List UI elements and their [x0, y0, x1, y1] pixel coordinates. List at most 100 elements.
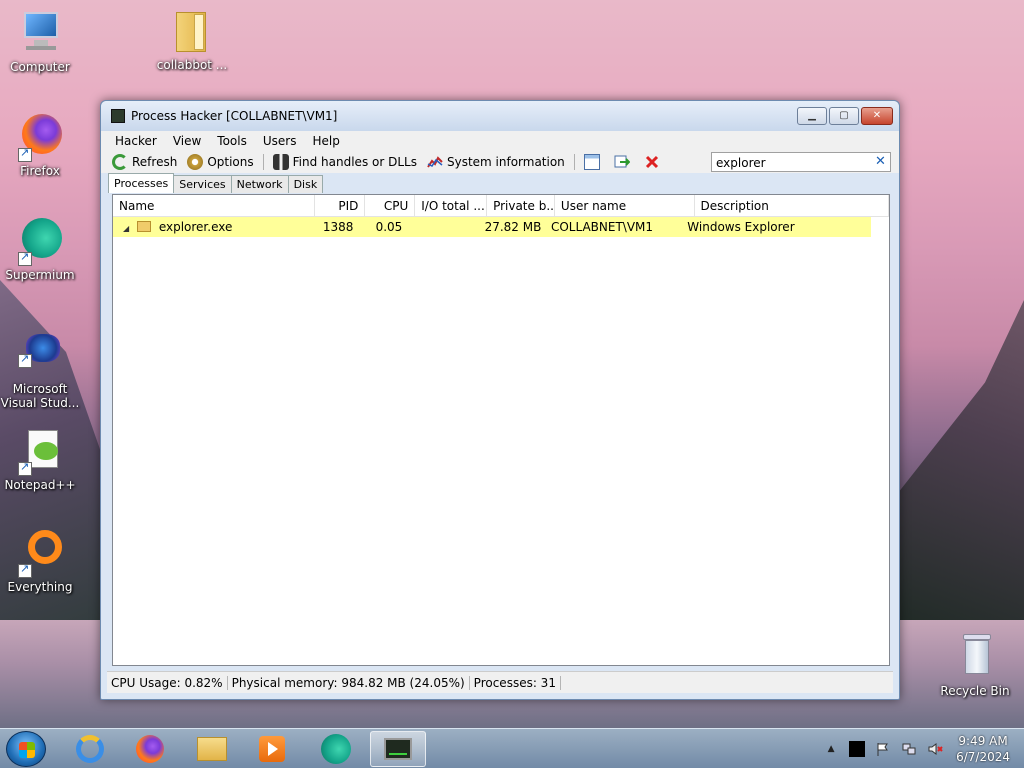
taskbar-supermium[interactable]	[308, 731, 364, 767]
table-row[interactable]: ◢ explorer.exe 1388 0.05 27.82 MB COLLAB…	[113, 217, 871, 237]
menu-tools[interactable]: Tools	[209, 134, 255, 148]
process-hacker-icon	[384, 738, 412, 760]
desktop-icon-recycle-bin[interactable]: Recycle Bin	[935, 632, 1015, 698]
supermium-icon	[16, 216, 64, 266]
taskbar-file-explorer[interactable]	[184, 731, 240, 767]
desktop-icon-label: collabbot ...	[156, 58, 228, 72]
volume-muted-icon[interactable]	[927, 741, 943, 757]
options-button[interactable]: Options	[182, 154, 258, 170]
go-to-button[interactable]	[609, 154, 639, 170]
terminate-button[interactable]	[639, 154, 669, 170]
physical-memory-status: Physical memory: 984.82 MB (24.05%)	[228, 675, 470, 690]
menu-help[interactable]: Help	[304, 134, 347, 148]
gear-icon	[187, 154, 204, 170]
internet-explorer-icon	[76, 735, 104, 763]
clock-date: 6/7/2024	[956, 750, 1010, 764]
desktop-icon-label: Recycle Bin	[940, 684, 1010, 698]
find-handles-button[interactable]: Find handles or DLLs	[268, 154, 422, 170]
refresh-button[interactable]: Refresh	[107, 154, 182, 170]
clock-time: 9:49 AM	[958, 734, 1008, 748]
folder-icon	[197, 737, 227, 761]
desktop-icon-everything[interactable]: Everything	[0, 528, 80, 594]
tab-network[interactable]: Network	[230, 175, 289, 193]
window-view-button[interactable]	[579, 154, 609, 170]
search-input[interactable]	[711, 152, 891, 172]
toolbar-separator	[573, 154, 575, 170]
tab-strip: Processes Services Network Disk	[108, 173, 324, 193]
column-name[interactable]: Name	[113, 195, 316, 216]
desktop-icon-label: Notepad++	[4, 478, 76, 492]
window-title: Process Hacker [COLLABNET\VM1]	[131, 109, 338, 123]
firefox-icon	[16, 112, 64, 162]
everything-icon	[16, 528, 64, 578]
black-square-icon[interactable]	[849, 741, 866, 757]
clear-search-icon[interactable]: ✕	[875, 154, 886, 169]
cpu-usage-status: CPU Usage: 0.82%	[107, 675, 228, 690]
desktop-icon-computer[interactable]: Computer	[0, 8, 80, 74]
tab-disk[interactable]: Disk	[287, 175, 324, 193]
column-pid[interactable]: PID	[315, 195, 366, 216]
folder-icon	[168, 6, 216, 54]
table-header: Name PID CPU I/O total ... Private b... …	[113, 195, 889, 217]
network-icon[interactable]	[901, 741, 917, 757]
column-io-total[interactable]: I/O total ...	[415, 195, 488, 216]
firefox-icon	[136, 735, 164, 763]
tree-expander-icon[interactable]: ◢	[123, 224, 129, 233]
column-description[interactable]: Description	[695, 195, 889, 216]
menu-users[interactable]: Users	[255, 134, 305, 148]
recycle-bin-icon	[951, 632, 999, 680]
close-button[interactable]: ✕	[861, 107, 893, 125]
desktop-icon-label: Microsoft Visual Stud...	[0, 382, 80, 410]
column-private-bytes[interactable]: Private b...	[487, 195, 555, 216]
system-information-button[interactable]: System information	[422, 154, 570, 170]
window-icon	[583, 154, 600, 170]
start-button[interactable]	[6, 731, 46, 767]
action-center-flag-icon[interactable]	[875, 741, 891, 757]
minimize-button[interactable]: ▁	[797, 107, 827, 125]
title-bar[interactable]: Process Hacker [COLLABNET\VM1] ▁ ▢ ✕	[101, 101, 899, 131]
process-io-total	[408, 217, 478, 237]
menu-view[interactable]: View	[165, 134, 209, 148]
windows-logo-icon	[19, 742, 35, 758]
processes-count-status: Processes: 31	[470, 675, 561, 690]
menu-bar: Hacker View Tools Users Help	[101, 131, 899, 151]
mountain-right	[894, 300, 1024, 630]
status-bar: CPU Usage: 0.82% Physical memory: 984.82…	[107, 671, 893, 693]
desktop-icon-supermium[interactable]: Supermium	[0, 216, 80, 282]
desktop-icon-collabbot[interactable]: collabbot ...	[152, 6, 232, 72]
desktop-icon-visual-studio[interactable]: Microsoft Visual Stud...	[0, 330, 80, 410]
process-cpu: 0.05	[375, 220, 403, 234]
tab-services[interactable]: Services	[173, 175, 232, 193]
desktop-icon-label: Firefox	[20, 164, 60, 178]
process-list: Name PID CPU I/O total ... Private b... …	[112, 194, 890, 666]
toolbar-separator	[262, 154, 264, 170]
process-hacker-icon	[111, 109, 125, 123]
media-player-icon	[259, 736, 285, 762]
visual-studio-icon	[16, 330, 64, 378]
process-description: Windows Explorer	[687, 220, 795, 234]
computer-icon	[16, 8, 64, 56]
tab-processes[interactable]: Processes	[108, 173, 175, 193]
process-user-name: COLLABNET\VM1	[550, 220, 654, 234]
process-pid: 1388	[322, 220, 354, 234]
process-name-cell: ◢ explorer.exe	[113, 217, 311, 237]
arrow-window-icon	[614, 154, 631, 170]
desktop-icon-label: Supermium	[5, 268, 75, 282]
column-user-name[interactable]: User name	[555, 195, 695, 216]
taskbar-firefox[interactable]	[122, 731, 178, 767]
show-hidden-icons[interactable]: ▲	[823, 741, 839, 757]
column-cpu[interactable]: CPU	[365, 195, 416, 216]
taskbar-media-player[interactable]	[244, 731, 300, 767]
explorer-folder-icon	[136, 221, 151, 232]
clock[interactable]: 9:49 AM 6/7/2024	[948, 733, 1024, 765]
taskbar: ▲ 9:49 AM 6/7/2024	[0, 728, 1024, 768]
taskbar-process-hacker[interactable]	[370, 731, 426, 767]
desktop-icon-label: Computer	[10, 60, 70, 74]
system-tray: ▲ 9:49 AM 6/7/2024	[818, 729, 1024, 768]
maximize-button[interactable]: ▢	[829, 107, 859, 125]
desktop-icon-notepadpp[interactable]: Notepad++	[0, 426, 80, 492]
process-name: explorer.exe	[158, 220, 233, 234]
desktop-icon-firefox[interactable]: Firefox	[0, 112, 80, 178]
taskbar-internet-explorer[interactable]	[62, 731, 118, 767]
menu-hacker[interactable]: Hacker	[107, 134, 165, 148]
